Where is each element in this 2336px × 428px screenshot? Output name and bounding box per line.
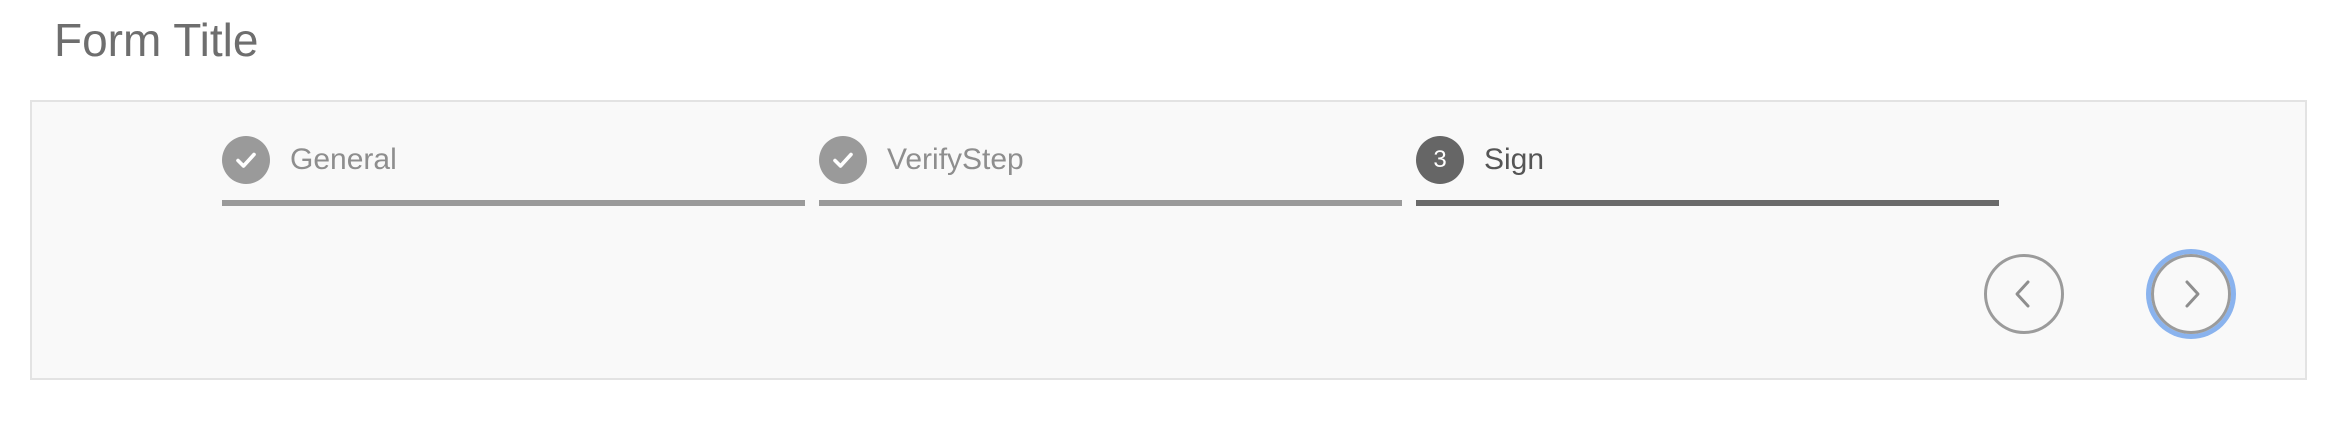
chevron-right-icon <box>2185 280 2200 308</box>
chevron-left-icon <box>2015 280 2030 308</box>
previous-step-button[interactable] <box>1984 254 2064 334</box>
step-label: VerifyStep <box>887 143 1024 176</box>
step-number: 3 <box>1433 146 1447 173</box>
step-general[interactable]: General <box>222 132 805 208</box>
check-icon <box>222 136 270 184</box>
step-sign[interactable]: 3 Sign <box>1416 132 1999 208</box>
step-underline <box>222 200 805 206</box>
step-underline <box>1416 200 1999 206</box>
wizard-panel: General VerifyStep 3 Sign <box>30 100 2307 380</box>
step-label: Sign <box>1484 143 1545 176</box>
check-icon <box>819 136 867 184</box>
step-number-badge: 3 <box>1416 136 1464 184</box>
step-underline <box>819 200 1402 206</box>
next-step-button[interactable] <box>2151 254 2231 334</box>
form-title: Form Title <box>54 14 259 66</box>
step-verifystep[interactable]: VerifyStep <box>819 132 1402 208</box>
step-label: General <box>290 143 397 176</box>
